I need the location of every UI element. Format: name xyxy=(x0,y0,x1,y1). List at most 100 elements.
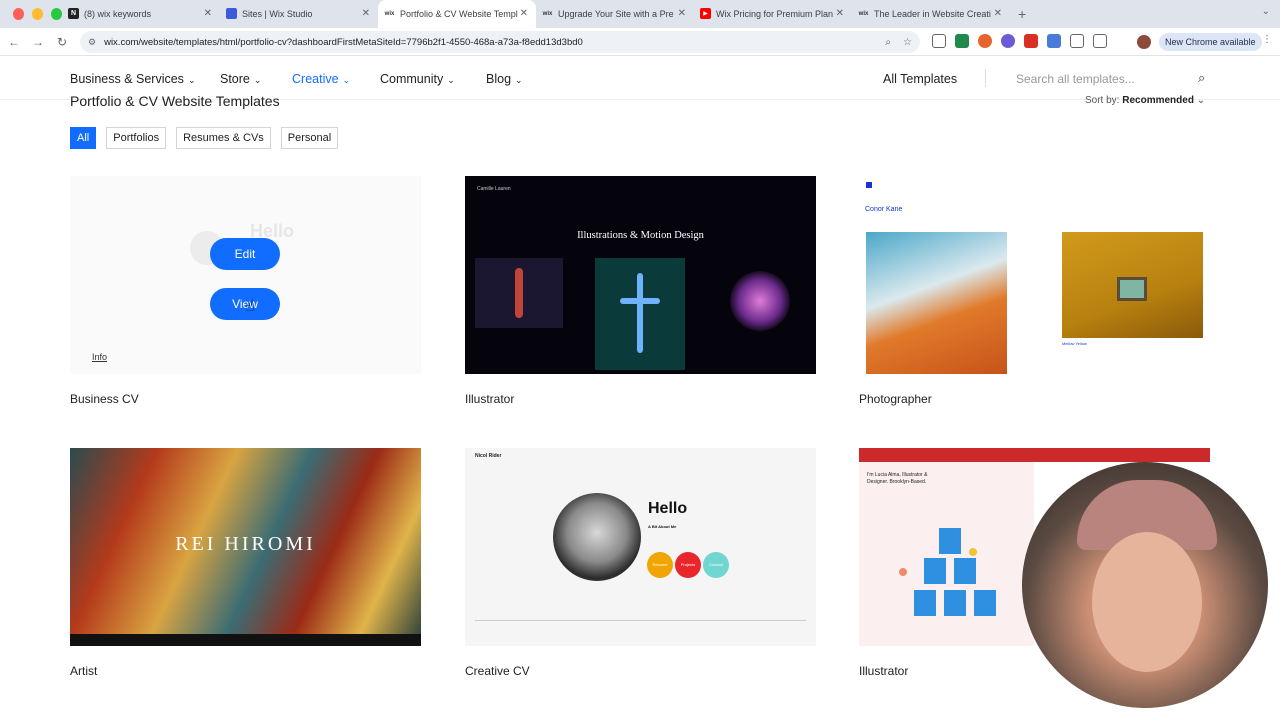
minimize-window-button[interactable] xyxy=(32,8,43,20)
extension-icon[interactable] xyxy=(1024,34,1038,48)
preview-name: REI HIROMI xyxy=(175,533,316,555)
preview-image xyxy=(475,258,563,328)
reading-list-icon[interactable] xyxy=(1093,34,1107,48)
browser-tab[interactable]: wix The Leader in Website Creati ✕ xyxy=(852,0,1010,28)
preview-divider xyxy=(475,620,806,621)
bookmark-star-icon[interactable]: ☆ xyxy=(903,37,912,48)
preview-hello: Hello xyxy=(648,500,688,517)
profile-avatar[interactable] xyxy=(1137,35,1151,49)
card-label: Illustrator xyxy=(465,392,515,406)
preview-brand: Camille Lauren xyxy=(477,186,511,192)
preview-contact-button: Contact xyxy=(703,552,729,578)
card-label: Artist xyxy=(70,664,98,678)
search-templates-input[interactable]: Search all templates... xyxy=(1016,72,1135,86)
preview-header xyxy=(859,448,1210,462)
card-label: Business CV xyxy=(70,392,139,406)
chevron-down-icon: ⌄ xyxy=(515,75,523,85)
divider xyxy=(985,69,986,87)
preview-illustration xyxy=(899,528,1009,638)
notion-icon: N xyxy=(68,8,79,19)
tab-search-icon[interactable]: ⌄ xyxy=(1262,6,1270,17)
hand-cursor-icon: ☝ xyxy=(245,298,255,315)
preview-image xyxy=(730,271,790,331)
close-tab-icon[interactable]: ✕ xyxy=(678,8,686,19)
chrome-menu-icon[interactable]: ⋮ xyxy=(1262,34,1272,45)
card-label: Creative CV xyxy=(465,664,530,678)
wix-icon: wix xyxy=(858,10,869,17)
filter-personal[interactable]: Personal xyxy=(280,127,339,149)
new-chrome-available-button[interactable]: New Chrome available xyxy=(1159,33,1262,51)
close-tab-icon[interactable]: ✕ xyxy=(994,8,1002,19)
cast-icon[interactable] xyxy=(932,34,946,48)
extension-icon[interactable] xyxy=(1047,34,1061,48)
close-tab-icon[interactable]: ✕ xyxy=(362,8,370,19)
wix-icon: wix xyxy=(542,10,553,17)
template-card-business-cv[interactable]: Hello Edit View Info xyxy=(70,176,421,374)
close-tab-icon[interactable]: ✕ xyxy=(520,8,528,19)
close-tab-icon[interactable]: ✕ xyxy=(204,8,212,19)
preview-title: Illustrations & Motion Design xyxy=(577,230,704,241)
preview-image xyxy=(595,258,685,370)
preview-brand: Nicol Rider xyxy=(475,453,502,459)
extensions-bar xyxy=(932,34,1107,48)
preview-name: Conor Kane xyxy=(865,206,903,213)
chevron-down-icon: ⌄ xyxy=(447,75,455,85)
youtube-icon: ▶ xyxy=(700,8,711,19)
template-card-illustrator[interactable]: Camille Lauren Illustrations & Motion De… xyxy=(465,176,816,374)
preview-image xyxy=(866,232,1007,374)
extension-icon[interactable] xyxy=(1001,34,1015,48)
browser-tab[interactable]: Sites | Wix Studio ✕ xyxy=(220,0,378,28)
browser-tab[interactable]: ▶ Wix Pricing for Premium Plan ✕ xyxy=(694,0,852,28)
chevron-down-icon: ⌄ xyxy=(1196,95,1206,106)
nav-blog[interactable]: Blog ⌄ xyxy=(486,72,523,86)
preview-logo xyxy=(866,182,872,188)
close-window-button[interactable] xyxy=(13,8,24,20)
preview-photo xyxy=(553,493,641,581)
puzzle-icon[interactable] xyxy=(1070,34,1084,48)
forward-icon[interactable]: → xyxy=(26,35,50,49)
nav-store[interactable]: Store ⌄ xyxy=(220,72,261,86)
card-label: Photographer xyxy=(859,392,932,406)
preview-footer xyxy=(70,634,421,646)
preview-caption: Mellow Yellow xyxy=(1062,341,1087,346)
extension-icon[interactable] xyxy=(978,34,992,48)
window-controls xyxy=(0,8,62,20)
filter-resumes-cvs[interactable]: Resumes & CVs xyxy=(176,127,271,149)
close-tab-icon[interactable]: ✕ xyxy=(836,8,844,19)
preview-projects-button: Projects xyxy=(675,552,701,578)
info-link[interactable]: Info xyxy=(92,352,107,362)
preview-resume-button: Resume xyxy=(647,552,673,578)
preview-intro: I'm Lucia Alma, Illustrator & Designer. … xyxy=(867,472,928,485)
back-icon[interactable]: ← xyxy=(2,35,26,49)
preview-sub: A Bit About Me xyxy=(648,524,677,529)
nav-creative[interactable]: Creative ⌄ xyxy=(292,72,350,86)
wix-icon: wix xyxy=(384,8,395,19)
all-templates-link[interactable]: All Templates xyxy=(883,72,957,86)
face xyxy=(1092,532,1202,672)
chevron-down-icon: ⌄ xyxy=(342,75,351,85)
extension-icon[interactable] xyxy=(955,34,969,48)
nav-community[interactable]: Community ⌄ xyxy=(380,72,455,86)
filter-portfolios[interactable]: Portfolios xyxy=(106,127,167,149)
template-card-artist[interactable]: REI HIROMI xyxy=(70,448,421,646)
chevron-down-icon: ⌄ xyxy=(253,75,262,85)
maximize-window-button[interactable] xyxy=(51,8,62,20)
browser-tab[interactable]: N (8) wix keywords ✕ xyxy=(62,0,220,28)
filter-all[interactable]: All xyxy=(70,127,97,149)
address-bar[interactable]: ⚙ wix.com/website/templates/html/portfol… xyxy=(80,31,920,53)
template-card-photographer[interactable]: Conor Kane Mellow Yellow xyxy=(859,176,1210,374)
search-icon[interactable]: ⌕ xyxy=(1198,70,1205,86)
new-tab-icon[interactable]: + xyxy=(1018,6,1026,22)
browser-tab-strip: N (8) wix keywords ✕ Sites | Wix Studio ✕ w… xyxy=(0,0,1280,28)
sort-by-dropdown[interactable]: Sort by: Recommended ⌄ xyxy=(1085,95,1205,106)
browser-tab[interactable]: wix Upgrade Your Site with a Pre ✕ xyxy=(536,0,694,28)
site-info-icon[interactable]: ⚙ xyxy=(88,37,96,48)
zoom-icon[interactable]: ⌕ xyxy=(885,37,891,48)
reload-icon[interactable]: ↻ xyxy=(50,35,74,49)
browser-tab-active[interactable]: wix Portfolio & CV Website Templ ✕ xyxy=(378,0,536,28)
site-icon xyxy=(226,8,237,19)
page-title: Portfolio & CV Website Templates xyxy=(70,93,280,109)
template-card-creative-cv[interactable]: Nicol Rider Hello A Bit About Me Resume … xyxy=(465,448,816,646)
edit-button[interactable]: Edit xyxy=(210,238,280,270)
nav-business-services[interactable]: Business & Services ⌄ xyxy=(70,72,195,86)
